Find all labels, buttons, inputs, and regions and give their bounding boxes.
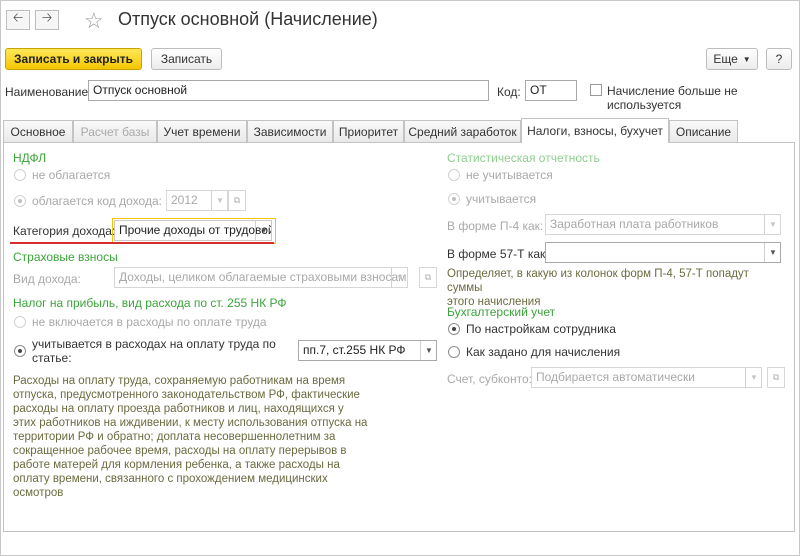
p4-label: В форме П-4 как: [447, 219, 544, 233]
note-line: этих работников на иждивении, к месту ис… [13, 417, 368, 429]
income-type-select[interactable]: Доходы, целиком облагаемые страховыми вз… [114, 267, 408, 288]
code-label: Код: [497, 85, 521, 99]
chevron-down-icon[interactable]: ▼ [211, 191, 227, 210]
f57-note: Определяет, в какую из колонок форм П-4,… [447, 267, 787, 309]
acc-by-employee-radio[interactable] [448, 323, 460, 335]
unused-checkbox[interactable] [590, 84, 602, 96]
note-line: территории РФ и обратно; доплата несовер… [13, 431, 336, 443]
tab-average-earnings[interactable]: Средний заработок [404, 120, 521, 142]
p4-value: Заработная плата работников [550, 217, 719, 231]
f57-select[interactable]: ▼ [545, 242, 781, 263]
income-code-label: код дохода: [97, 194, 162, 208]
window-title: Отпуск основной (Начисление) [118, 9, 378, 29]
income-category-select[interactable]: Прочие доходы от трудовой ▼ [114, 220, 272, 241]
tab-description[interactable]: Описание [669, 120, 738, 142]
acc-as-set-radio[interactable] [448, 346, 460, 358]
note-line: работе матерей для кормления ребенка, а … [13, 459, 340, 471]
profit-included-label-line1: учитывается в расходах на оплату труда п… [32, 337, 276, 351]
note-line: сокращенное рабочее время, расходы на оп… [13, 445, 347, 457]
help-button[interactable]: ? [766, 48, 792, 70]
open-icon[interactable]: ⧉ [419, 267, 437, 288]
p4-select[interactable]: Заработная плата работников ▼ [545, 214, 781, 235]
acc-by-employee-label: По настройкам сотрудника [466, 322, 616, 336]
tab-priority[interactable]: Приоритет [333, 120, 404, 142]
note-line: оплату времени, связанного с прохождение… [13, 473, 328, 485]
ndfl-not-taxed-radio[interactable] [14, 169, 26, 181]
note-line: Определяет, в какую из колонок форм П-4,… [447, 268, 749, 294]
open-icon[interactable]: ⧉ [767, 367, 785, 388]
unused-label-line1: Начисление больше не [607, 84, 738, 98]
income-type-value: Доходы, целиком облагаемые страховыми вз… [119, 270, 408, 284]
note-line: отпуска, предусмотренного законодательст… [13, 389, 360, 401]
chevron-down-icon[interactable]: ▼ [255, 221, 271, 240]
profit-tax-note: Расходы на оплату труда, сохраняемую раб… [13, 374, 383, 500]
ndfl-taxed-radio[interactable] [14, 195, 26, 207]
note-line: расходы на оплату проезда работников и л… [13, 403, 344, 415]
ndfl-not-taxed-label: не облагается [32, 168, 111, 182]
stat-counted-radio[interactable] [448, 193, 460, 205]
income-category-value: Прочие доходы от трудовой [119, 223, 272, 237]
ndfl-section-title: НДФЛ [13, 151, 47, 165]
tab-base-calculation[interactable]: Расчет базы [73, 120, 157, 142]
chevron-down-icon[interactable]: ▼ [745, 368, 761, 387]
stat-section-title: Статистическая отчетность [447, 151, 600, 165]
profit-included-radio[interactable] [14, 345, 26, 357]
income-category-label: Категория дохода: [13, 224, 116, 238]
income-code-input[interactable]: 2012 ▼ [166, 190, 228, 211]
favorite-star-icon[interactable]: ☆ [84, 8, 104, 34]
tab-main[interactable]: Основное [3, 120, 73, 142]
tab-time-accounting[interactable]: Учет времени [157, 120, 247, 142]
profit-not-included-radio[interactable] [14, 316, 26, 328]
chevron-down-icon[interactable]: ▼ [764, 243, 780, 262]
more-label: Еще [713, 52, 738, 66]
income-type-label: Вид дохода: [13, 272, 81, 286]
chevron-down-icon[interactable]: ▼ [764, 215, 780, 234]
profit-tax-section-title: Налог на прибыль, вид расхода по ст. 255… [13, 296, 287, 310]
account-select[interactable]: Подбирается автоматически ▼ [531, 367, 762, 388]
account-placeholder: Подбирается автоматически [536, 370, 695, 384]
stat-counted-label: учитывается [466, 192, 537, 206]
open-icon[interactable]: ⧉ [228, 190, 246, 211]
name-input[interactable]: Отпуск основной [88, 80, 489, 101]
unused-label-line2: используется [607, 98, 682, 112]
chevron-down-icon: ▼ [742, 54, 751, 64]
red-underline [10, 242, 274, 244]
income-code-value: 2012 [171, 193, 198, 207]
insurance-section-title: Страховые взносы [13, 250, 118, 264]
article-select[interactable]: пп.7, ст.255 НК РФ ▼ [298, 340, 437, 361]
chevron-down-icon[interactable]: ▼ [420, 341, 436, 360]
acc-as-set-label: Как задано для начисления [466, 345, 621, 359]
profit-included-label-line2: статье: [32, 351, 72, 365]
code-input[interactable]: ОТ [525, 80, 577, 101]
name-label: Наименование: [5, 85, 92, 99]
back-arrow-icon[interactable]: 🡠 [6, 10, 30, 30]
stat-not-counted-radio[interactable] [448, 169, 460, 181]
tab-taxes-contributions-accounting[interactable]: Налоги, взносы, бухучет [521, 118, 669, 143]
accounting-section-title: Бухгалтерский учет [447, 305, 556, 319]
save-button[interactable]: Записать [151, 48, 222, 70]
note-line: Расходы на оплату труда, сохраняемую раб… [13, 375, 346, 387]
tab-dependencies[interactable]: Зависимости [247, 120, 333, 142]
forward-arrow-icon[interactable]: 🡢 [35, 10, 59, 30]
f57-label: В форме 57-Т как: [447, 247, 549, 261]
save-and-close-button[interactable]: Записать и закрыть [5, 48, 142, 70]
account-label: Счет, субконто: [447, 372, 532, 386]
note-line: осмотров [13, 487, 64, 499]
article-value: пп.7, ст.255 НК РФ [303, 343, 406, 357]
more-button[interactable]: Еще ▼ [706, 48, 758, 70]
profit-not-included-label: не включается в расходы по оплате труда [32, 315, 267, 329]
chevron-down-icon[interactable]: ▼ [391, 268, 407, 287]
ndfl-taxed-label: облагается [32, 194, 94, 208]
stat-not-counted-label: не учитывается [466, 168, 553, 182]
